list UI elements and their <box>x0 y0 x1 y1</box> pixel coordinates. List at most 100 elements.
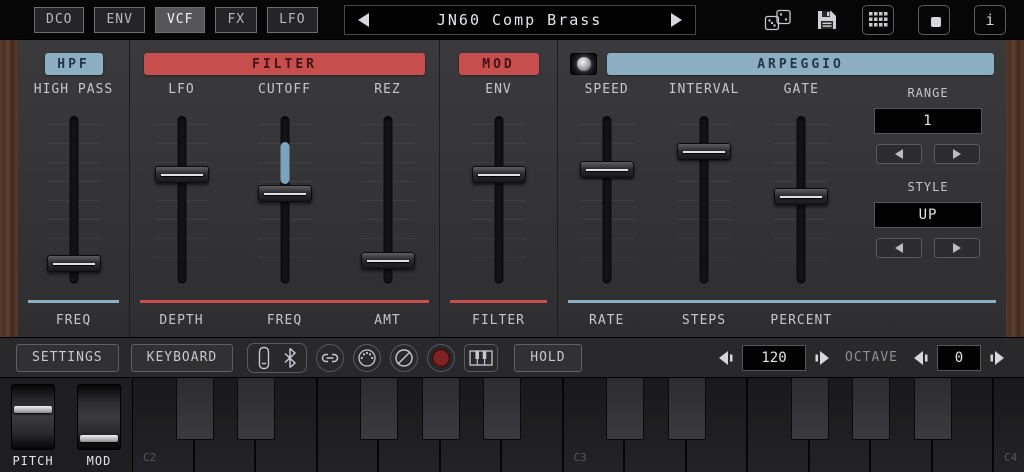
filter-lfo-label: LFO <box>168 81 195 97</box>
black-key[interactable] <box>421 378 460 440</box>
wheel-panel: PITCH MOD <box>0 378 133 472</box>
pad-window-icon <box>931 16 941 27</box>
save-icon[interactable] <box>816 9 838 31</box>
tab-lfo[interactable]: LFO <box>267 6 318 33</box>
filter-cutoff-slider[interactable] <box>256 116 314 284</box>
black-key[interactable] <box>606 378 644 440</box>
black-key[interactable] <box>483 378 521 440</box>
hpf-top-label: HIGH PASS <box>33 81 114 97</box>
filter-rez-slider[interactable] <box>359 116 417 284</box>
slider-handle[interactable] <box>774 188 829 206</box>
arpeggio-enable-button[interactable] <box>570 53 597 75</box>
black-key[interactable] <box>913 378 952 440</box>
style-label: STYLE <box>907 180 949 194</box>
piano-keys: C2 C3 C4 <box>133 378 1024 472</box>
mod-wheel-handle[interactable] <box>80 435 118 443</box>
bluetooth-button[interactable] <box>283 347 297 369</box>
slider-handle[interactable] <box>676 143 731 161</box>
hpf-section: HPF HIGH PASS FREQ <box>18 40 130 337</box>
midi-button[interactable] <box>353 343 382 372</box>
settings-button[interactable]: SETTINGS <box>16 343 119 372</box>
slider-handle[interactable] <box>257 185 312 203</box>
octave-down-icon[interactable] <box>910 350 929 366</box>
hold-button[interactable]: HOLD <box>514 343 582 372</box>
filter-amt-label: AMT <box>374 312 401 328</box>
black-key[interactable] <box>237 378 275 440</box>
preset-next-button[interactable] <box>670 12 682 27</box>
black-key[interactable] <box>175 378 214 440</box>
preset-prev-button[interactable] <box>357 12 369 27</box>
slider-handle[interactable] <box>46 254 101 272</box>
slider-handle[interactable] <box>471 165 526 183</box>
info-button[interactable]: i <box>974 4 1006 35</box>
tempo-up-icon[interactable] <box>814 350 833 366</box>
pad-window-button[interactable] <box>918 4 950 35</box>
style-next-button[interactable] <box>934 238 980 258</box>
black-key[interactable] <box>790 378 829 440</box>
range-next-button[interactable] <box>934 144 980 164</box>
black-key[interactable] <box>852 378 890 440</box>
preset-name[interactable]: JN60 Comp Brass <box>437 11 602 29</box>
range-label: RANGE <box>907 86 949 100</box>
wood-trim-left <box>0 40 18 337</box>
arp-interval-slider[interactable] <box>675 116 733 284</box>
device-button[interactable] <box>257 346 271 370</box>
left-arrow-icon <box>895 149 903 159</box>
mod-env-slider[interactable] <box>470 116 528 284</box>
slider-track <box>494 116 503 284</box>
arp-percent-label: PERCENT <box>770 312 833 328</box>
hpf-freq-slider[interactable] <box>45 116 103 284</box>
arp-speed-label: SPEED <box>584 81 629 97</box>
piano-view-button[interactable] <box>464 343 499 372</box>
octave-display[interactable]: 0 <box>937 344 981 371</box>
slider-handle[interactable] <box>360 251 415 269</box>
dice-randomize-icon[interactable] <box>764 9 792 31</box>
black-key[interactable] <box>667 378 706 440</box>
key-octave-label: C3 <box>573 451 587 464</box>
arpeggio-header: ARPEGGIO <box>607 53 994 75</box>
mod-header: MOD <box>458 53 539 75</box>
mod-wheel-label: MOD <box>86 454 112 468</box>
mod-wheel[interactable] <box>77 384 121 450</box>
filter-depth-label: DEPTH <box>159 312 204 328</box>
tab-dco[interactable]: DCO <box>34 6 85 33</box>
keyboard-button[interactable]: KEYBOARD <box>130 343 234 372</box>
hpf-header-button[interactable]: HPF <box>44 53 103 75</box>
pattern-grid-button[interactable] <box>862 4 894 35</box>
arp-interval-label: INTERVAL <box>668 81 740 97</box>
filter-lfo-slider[interactable] <box>153 116 211 284</box>
filter-rez-label: REZ <box>374 81 401 97</box>
range-prev-button[interactable] <box>876 144 922 164</box>
arp-gate-slider[interactable] <box>772 116 830 284</box>
tempo-down-icon[interactable] <box>715 350 734 366</box>
style-prev-button[interactable] <box>876 238 922 258</box>
white-key[interactable]: C4 <box>994 378 1024 472</box>
arp-speed-slider[interactable] <box>578 116 636 284</box>
slider-track <box>699 116 709 284</box>
black-key[interactable] <box>360 378 398 440</box>
main-panel: HPF HIGH PASS FREQ FILTER LFO CUTOFF REZ… <box>0 40 1024 337</box>
arp-gate-label: GATE <box>783 81 819 97</box>
top-bar: DCO ENV VCF FX LFO JN60 Comp Brass i <box>0 0 1024 40</box>
top-icon-buttons: i <box>764 4 1006 35</box>
tempo-octave-cluster: 120 OCTAVE 0 <box>715 344 1008 371</box>
tab-fx[interactable]: FX <box>215 6 258 33</box>
tab-vcf[interactable]: VCF <box>154 6 206 33</box>
link-button[interactable] <box>316 343 345 372</box>
tempo-display[interactable]: 120 <box>742 344 807 371</box>
panic-button[interactable] <box>390 343 419 372</box>
cutoff-mod-highlight <box>280 142 289 184</box>
record-button[interactable] <box>427 343 456 372</box>
octave-up-icon[interactable] <box>989 350 1008 366</box>
slider-handle[interactable] <box>154 165 209 183</box>
key-octave-label: C4 <box>1004 451 1018 464</box>
pitch-wheel-handle[interactable] <box>14 405 52 413</box>
hpf-bottom-label: FREQ <box>55 312 92 328</box>
arpeggio-section: ARPEGGIO SPEED INTERVAL GATE RANGE 1 STY… <box>558 40 1006 337</box>
slider-handle[interactable] <box>579 161 634 179</box>
filter-header: FILTER <box>144 53 425 75</box>
range-display: 1 <box>874 108 982 134</box>
pitch-wheel[interactable] <box>11 384 55 450</box>
preset-selector: JN60 Comp Brass <box>343 4 696 35</box>
tab-env[interactable]: ENV <box>94 6 145 33</box>
